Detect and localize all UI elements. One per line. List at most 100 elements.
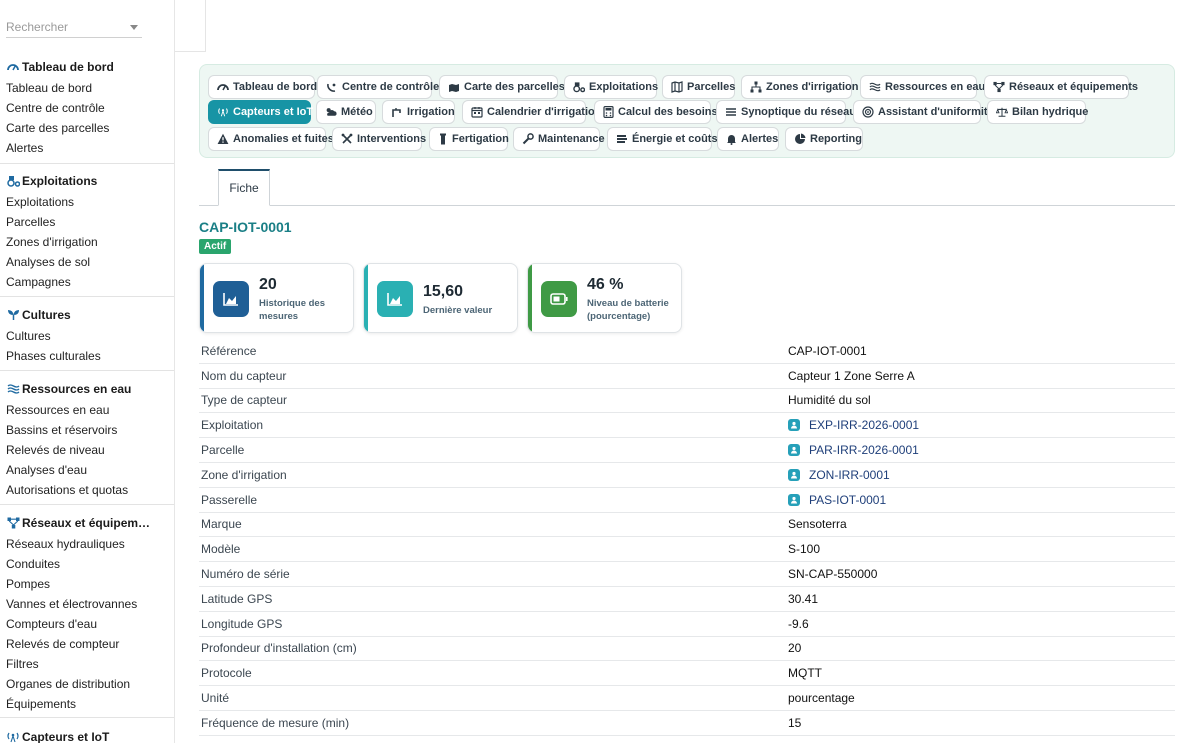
sidebar-item[interactable]: Filtres <box>0 654 174 674</box>
field-value: 20 <box>788 641 802 656</box>
module-tab-label: Bilan hydrique <box>1012 106 1089 118</box>
record-link-icon <box>788 493 800 506</box>
sidebar-item[interactable]: Réseaux hydrauliques <box>0 534 174 554</box>
field-link-text[interactable]: PAS-IOT-0001 <box>809 493 886 507</box>
module-tab-label: Réseaux et équipements <box>1009 81 1138 93</box>
sidebar-item[interactable]: Phases culturales <box>0 346 174 366</box>
module-tab[interactable]: Zones d'irrigation <box>741 75 858 99</box>
module-tab[interactable]: Bilan hydrique <box>987 100 1089 124</box>
field-link[interactable]: PAR-IRR-2026-0001 <box>788 443 919 457</box>
field-label: Exploitation <box>201 418 264 433</box>
sidebar-item[interactable]: Ressources en eau <box>0 400 174 420</box>
module-tab[interactable]: Centre de contrôle <box>317 75 439 99</box>
sidebar-group-heading[interactable]: Tableau de bord <box>0 56 174 78</box>
module-tab[interactable]: Météo <box>316 100 376 124</box>
stat-card-battery[interactable]: 46 % Niveau de batterie (pourcentage) <box>527 263 682 333</box>
sidebar-group-heading[interactable]: Cultures <box>0 304 174 326</box>
sidebar-item[interactable]: Cultures <box>0 326 174 346</box>
sidebar-group-heading[interactable]: Réseaux et équipem… <box>0 512 174 534</box>
sidebar-item[interactable]: Parcelles <box>0 212 174 232</box>
module-tab[interactable]: Tableau de bord <box>208 75 318 99</box>
sidebar-item[interactable]: Tableau de bord <box>0 78 174 98</box>
module-tab[interactable]: Anomalies et fuites <box>208 127 334 151</box>
sidebar-group-title: Exploitations <box>22 174 98 188</box>
sidebar-item[interactable]: Vannes et électrovannes <box>0 594 174 614</box>
wrench-icon <box>522 133 534 145</box>
module-tab[interactable]: Calcul des besoins <box>594 100 718 124</box>
module-tab[interactable]: Ressources en eau <box>860 75 985 99</box>
sidebar-group-heading[interactable]: Exploitations <box>0 170 174 192</box>
module-tab-label: Assistant d'uniformité <box>878 106 994 118</box>
sidebar-item[interactable]: Conduites <box>0 554 174 574</box>
field-link-text[interactable]: ZON-IRR-0001 <box>809 468 890 482</box>
field-link[interactable]: EXP-IRR-2026-0001 <box>788 418 919 432</box>
sidebar-item[interactable]: Analyses d'eau <box>0 460 174 480</box>
module-tab-label: Synoptique du réseau <box>741 106 856 118</box>
module-tab[interactable]: Interventions <box>332 127 426 151</box>
detail-row: Numéro de série SN-CAP-550000 <box>199 562 1175 587</box>
sidebar-item[interactable]: Pompes <box>0 574 174 594</box>
sidebar-divider <box>0 717 174 718</box>
field-link-text[interactable]: PAR-IRR-2026-0001 <box>809 443 919 457</box>
sidebar-item[interactable]: Équipements <box>0 694 174 714</box>
sidebar-item[interactable]: Exploitations <box>0 192 174 212</box>
field-label: Profondeur d'installation (cm) <box>201 641 357 656</box>
module-tab[interactable]: Capteurs et IoT <box>208 100 313 124</box>
module-tab[interactable]: Fertigation <box>429 127 509 151</box>
field-value: MQTT <box>788 666 822 681</box>
detail-row: Parcelle PAR-IRR-2026-0001 <box>199 438 1175 463</box>
sidebar-item[interactable]: Relevés de niveau <box>0 440 174 460</box>
sidebar-item[interactable]: Analyses de sol <box>0 252 174 272</box>
sidebar-item[interactable]: Bassins et réservoirs <box>0 420 174 440</box>
sidebar-item[interactable]: Compteurs d'eau <box>0 614 174 634</box>
sidebar-group-heading[interactable]: Ressources en eau <box>0 378 174 400</box>
sidebar-item[interactable]: Carte des parcelles <box>0 118 174 138</box>
sidebar-item[interactable]: Centre de contrôle <box>0 98 174 118</box>
module-tab[interactable]: Calendrier d'irrigation <box>462 100 601 124</box>
sidebar-item[interactable]: Organes de distribution <box>0 674 174 694</box>
stat-card-last-value[interactable]: 15,60 Dernière valeur <box>363 263 518 333</box>
module-tab-label: Tableau de bord <box>233 81 318 93</box>
search-select[interactable]: Rechercher <box>6 14 142 38</box>
sidebar-group: Réseaux et équipem… Réseaux hydrauliques C… <box>0 512 174 714</box>
calendar-icon <box>471 106 483 118</box>
stat-card-history[interactable]: 20 Historique des mesures <box>199 263 354 333</box>
module-tab[interactable]: Reporting <box>785 127 863 151</box>
sidebar-item[interactable]: Relevés de compteur <box>0 634 174 654</box>
sidebar-item[interactable]: Autorisations et quotas <box>0 480 174 500</box>
chevron-down-icon[interactable] <box>130 25 138 30</box>
module-tab-label: Calendrier d'irrigation <box>487 106 602 118</box>
module-tab[interactable]: Carte des parcelles <box>439 75 565 99</box>
field-link-text[interactable]: EXP-IRR-2026-0001 <box>809 418 919 432</box>
module-tab[interactable]: Parcelles <box>662 75 735 99</box>
bullseye-icon <box>862 106 874 118</box>
sidebar-group-title: Tableau de bord <box>22 60 114 74</box>
module-tab[interactable]: Irrigation <box>382 100 455 124</box>
field-link[interactable]: ZON-IRR-0001 <box>788 468 890 482</box>
sidebar-item[interactable]: Zones d'irrigation <box>0 232 174 252</box>
sidebar-divider <box>0 296 174 297</box>
field-link[interactable]: PAS-IOT-0001 <box>788 493 886 507</box>
flask-icon <box>438 133 448 145</box>
detail-row: Référence CAP-IOT-0001 <box>199 339 1175 364</box>
module-tab[interactable]: Maintenance <box>513 127 605 151</box>
detail-row: Marque Sensoterra <box>199 513 1175 538</box>
detail-row: Exploitation EXP-IRR-2026-0001 <box>199 413 1175 439</box>
module-tab[interactable]: Réseaux et équipements <box>984 75 1138 99</box>
chart-pie-icon <box>794 133 806 145</box>
sidebar-item[interactable]: Campagnes <box>0 272 174 292</box>
module-tab[interactable]: Synoptique du réseau <box>716 100 856 124</box>
sitemap-icon <box>750 81 762 93</box>
module-tab[interactable]: Exploitations <box>564 75 658 99</box>
module-tab[interactable]: Alertes <box>717 127 779 151</box>
tab-fiche[interactable]: Fiche <box>218 169 270 206</box>
battery-half-icon <box>541 281 577 317</box>
tractor-icon <box>6 174 20 188</box>
sidebar-divider <box>0 163 174 164</box>
sidebar-group-heading[interactable]: Capteurs et IoT <box>0 726 174 743</box>
sidebar-item[interactable]: Alertes <box>0 138 174 158</box>
module-tab-label: Interventions <box>357 133 427 145</box>
module-tab-label: Ressources en eau <box>885 81 986 93</box>
module-tab[interactable]: Assistant d'uniformité <box>853 100 994 124</box>
module-tab[interactable]: Énergie et coûts <box>607 127 718 151</box>
